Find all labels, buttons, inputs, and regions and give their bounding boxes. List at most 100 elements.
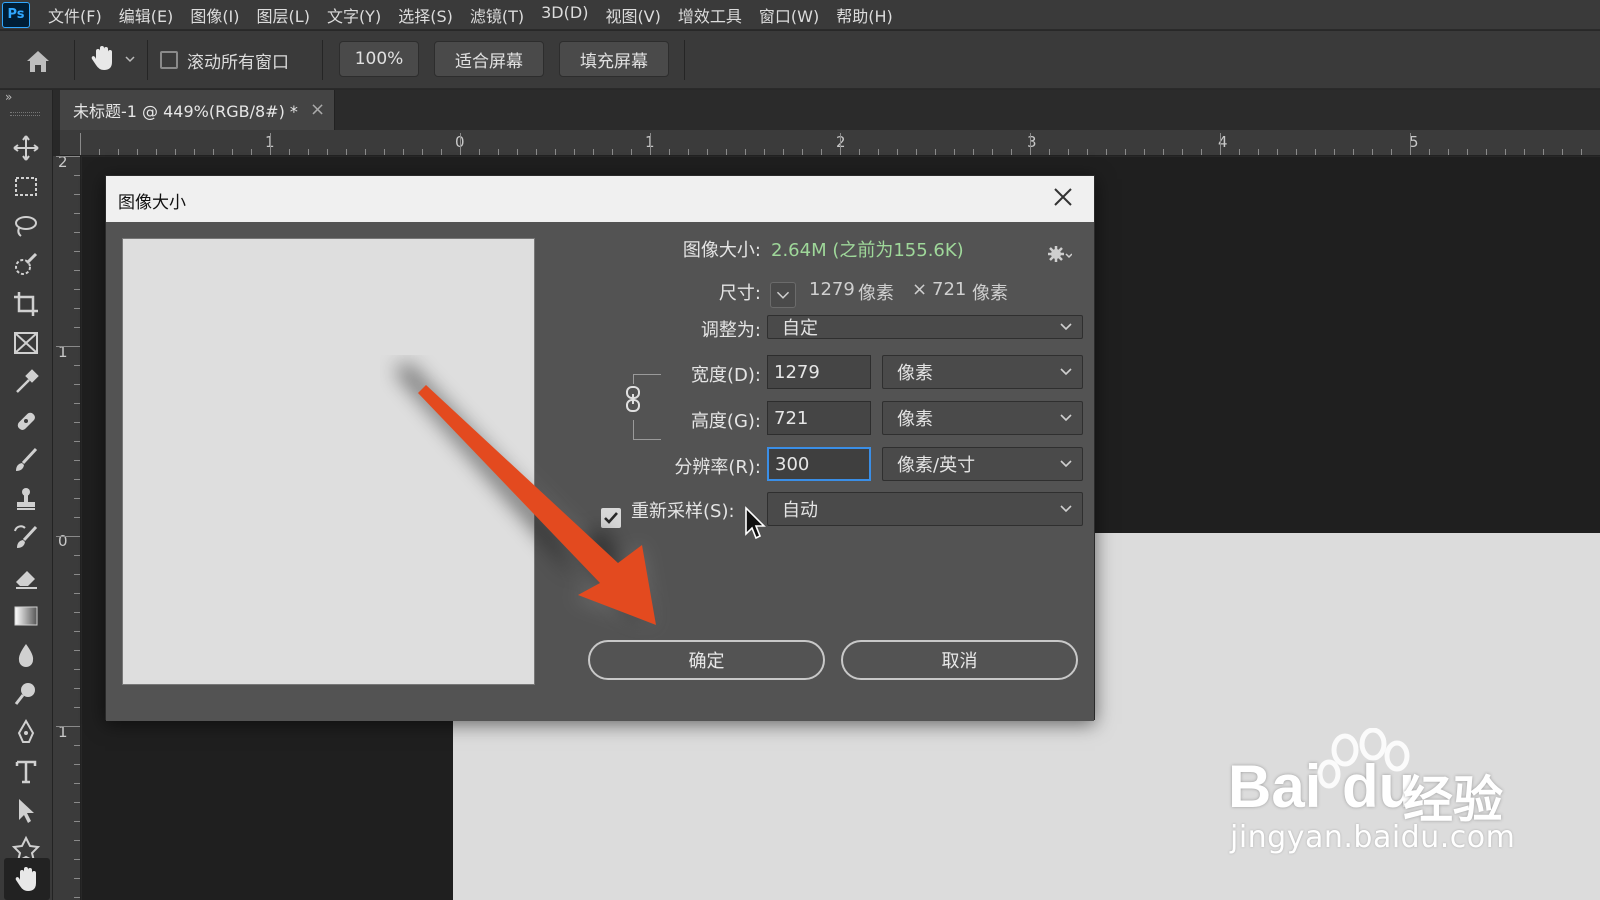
tools-panel: » xyxy=(0,90,53,900)
ruler-tick xyxy=(56,156,80,157)
checkmark-icon xyxy=(604,512,618,524)
dialog-title: 图像大小 xyxy=(118,193,186,213)
ruler-tick xyxy=(1486,149,1487,155)
ruler-tick xyxy=(74,251,80,252)
brush-tool-icon[interactable] xyxy=(11,445,41,475)
menu-window[interactable]: 窗口(W) xyxy=(759,3,819,27)
width-unit-select[interactable]: 像素 xyxy=(882,355,1083,389)
dimensions-unit: 像素 xyxy=(972,283,1008,304)
marquee-tool-icon[interactable] xyxy=(11,172,41,202)
collapse-panel-icon[interactable]: » xyxy=(5,90,12,104)
panel-grip[interactable] xyxy=(10,112,40,116)
ruler-tick xyxy=(1163,149,1164,155)
photoshop-logo[interactable]: Ps xyxy=(2,1,30,28)
document-tab[interactable]: 未标题-1 @ 449%(RGB/8#) * × xyxy=(60,90,335,130)
ruler-tick xyxy=(74,270,80,271)
eraser-tool-icon[interactable] xyxy=(11,562,41,592)
ruler-tick xyxy=(308,149,309,155)
blur-tool-icon[interactable] xyxy=(11,640,41,670)
ruler-tick xyxy=(1220,133,1221,155)
ok-button[interactable]: 确定 xyxy=(588,640,825,680)
ruler-tick xyxy=(74,688,80,689)
vertical-ruler: 2 1 0 1 xyxy=(53,156,81,900)
ruler-tick xyxy=(251,149,252,155)
ruler-tick xyxy=(1581,149,1582,155)
ruler-tick xyxy=(74,821,80,822)
resample-select[interactable]: 自动 xyxy=(767,492,1083,526)
ruler-tick xyxy=(1353,149,1354,155)
scroll-all-windows-checkbox[interactable] xyxy=(160,51,178,69)
fit-to-select[interactable]: 自定 xyxy=(767,315,1083,339)
chevron-down-icon xyxy=(776,291,790,299)
ruler-tick xyxy=(74,745,80,746)
ruler-tick xyxy=(688,149,689,155)
dialog-titlebar[interactable]: 图像大小 xyxy=(106,176,1094,222)
menu-view[interactable]: 视图(V) xyxy=(605,3,660,27)
history-brush-tool-icon[interactable] xyxy=(11,523,41,553)
zoom-100-button[interactable]: 100% xyxy=(339,41,419,77)
hand-tool-icon[interactable] xyxy=(4,858,50,900)
frame-tool-icon[interactable] xyxy=(11,328,41,358)
home-icon[interactable] xyxy=(24,48,52,74)
lasso-tool-icon[interactable] xyxy=(11,211,41,241)
close-icon[interactable] xyxy=(1050,184,1076,210)
resample-checkbox[interactable] xyxy=(601,508,621,528)
ruler-tick xyxy=(74,422,80,423)
menu-3d[interactable]: 3D(D) xyxy=(541,3,588,27)
ruler-tick xyxy=(1239,149,1240,155)
path-selection-tool-icon[interactable] xyxy=(11,796,41,826)
image-preview[interactable] xyxy=(122,238,535,685)
ruler-tick xyxy=(1182,149,1183,155)
menu-plugins[interactable]: 增效工具 xyxy=(678,3,742,27)
type-tool-icon[interactable] xyxy=(11,757,41,787)
ruler-tick xyxy=(745,149,746,155)
fit-screen-button[interactable]: 适合屏幕 xyxy=(434,41,544,77)
link-chain-icon[interactable] xyxy=(622,384,644,414)
dimensions-unit-dropdown[interactable] xyxy=(770,282,796,308)
pen-tool-icon[interactable] xyxy=(11,718,41,748)
menu-items: 文件(F) 编辑(E) 图像(I) 图层(L) 文字(Y) 选择(S) 滤镜(T… xyxy=(48,3,910,27)
tab-close-icon[interactable]: × xyxy=(310,99,325,120)
resolution-input[interactable]: 300 xyxy=(767,447,871,481)
menu-select[interactable]: 选择(S) xyxy=(398,3,453,27)
menu-type[interactable]: 文字(Y) xyxy=(327,3,381,27)
ruler-tick xyxy=(327,149,328,155)
menu-image[interactable]: 图像(I) xyxy=(190,3,239,27)
crop-tool-icon[interactable] xyxy=(11,289,41,319)
menu-help[interactable]: 帮助(H) xyxy=(836,3,893,27)
fill-screen-button[interactable]: 填充屏幕 xyxy=(559,41,669,77)
dodge-tool-icon[interactable] xyxy=(11,679,41,709)
menu-edit[interactable]: 编辑(E) xyxy=(119,3,174,27)
menu-filter[interactable]: 滤镜(T) xyxy=(470,3,524,27)
resolution-unit-select[interactable]: 像素/英寸 xyxy=(882,447,1083,481)
width-label: 宽度(D): xyxy=(691,365,761,386)
chevron-down-icon[interactable] xyxy=(125,55,135,63)
width-input[interactable]: 1279 xyxy=(767,355,871,389)
ruler-tick xyxy=(878,149,879,155)
ruler-tick xyxy=(156,149,157,155)
ruler-tick xyxy=(137,149,138,155)
hand-icon[interactable] xyxy=(88,43,118,73)
ruler-tick xyxy=(783,149,784,155)
healing-brush-tool-icon[interactable] xyxy=(11,406,41,436)
ruler-tick xyxy=(74,764,80,765)
height-unit-select[interactable]: 像素 xyxy=(882,401,1083,435)
width-unit-value: 像素 xyxy=(897,363,933,384)
quick-selection-tool-icon[interactable] xyxy=(11,250,41,280)
move-tool-icon[interactable] xyxy=(11,133,41,163)
cancel-button[interactable]: 取消 xyxy=(841,640,1078,680)
ruler-tick xyxy=(384,149,385,155)
menu-layer[interactable]: 图层(L) xyxy=(257,3,310,27)
ruler-tick xyxy=(175,149,176,155)
gradient-tool-icon[interactable] xyxy=(11,601,41,631)
menu-file[interactable]: 文件(F) xyxy=(48,3,102,27)
ruler-tick xyxy=(270,133,271,155)
clone-stamp-tool-icon[interactable] xyxy=(11,484,41,514)
eyedropper-tool-icon[interactable] xyxy=(11,367,41,397)
dimensions-label: 尺寸: xyxy=(718,283,761,304)
gear-icon[interactable] xyxy=(1046,244,1072,264)
ruler-tick xyxy=(802,149,803,155)
document-tab-bar: 未标题-1 @ 449%(RGB/8#) * × xyxy=(53,90,1600,130)
ruler-tick xyxy=(74,441,80,442)
height-input[interactable]: 721 xyxy=(767,401,871,435)
